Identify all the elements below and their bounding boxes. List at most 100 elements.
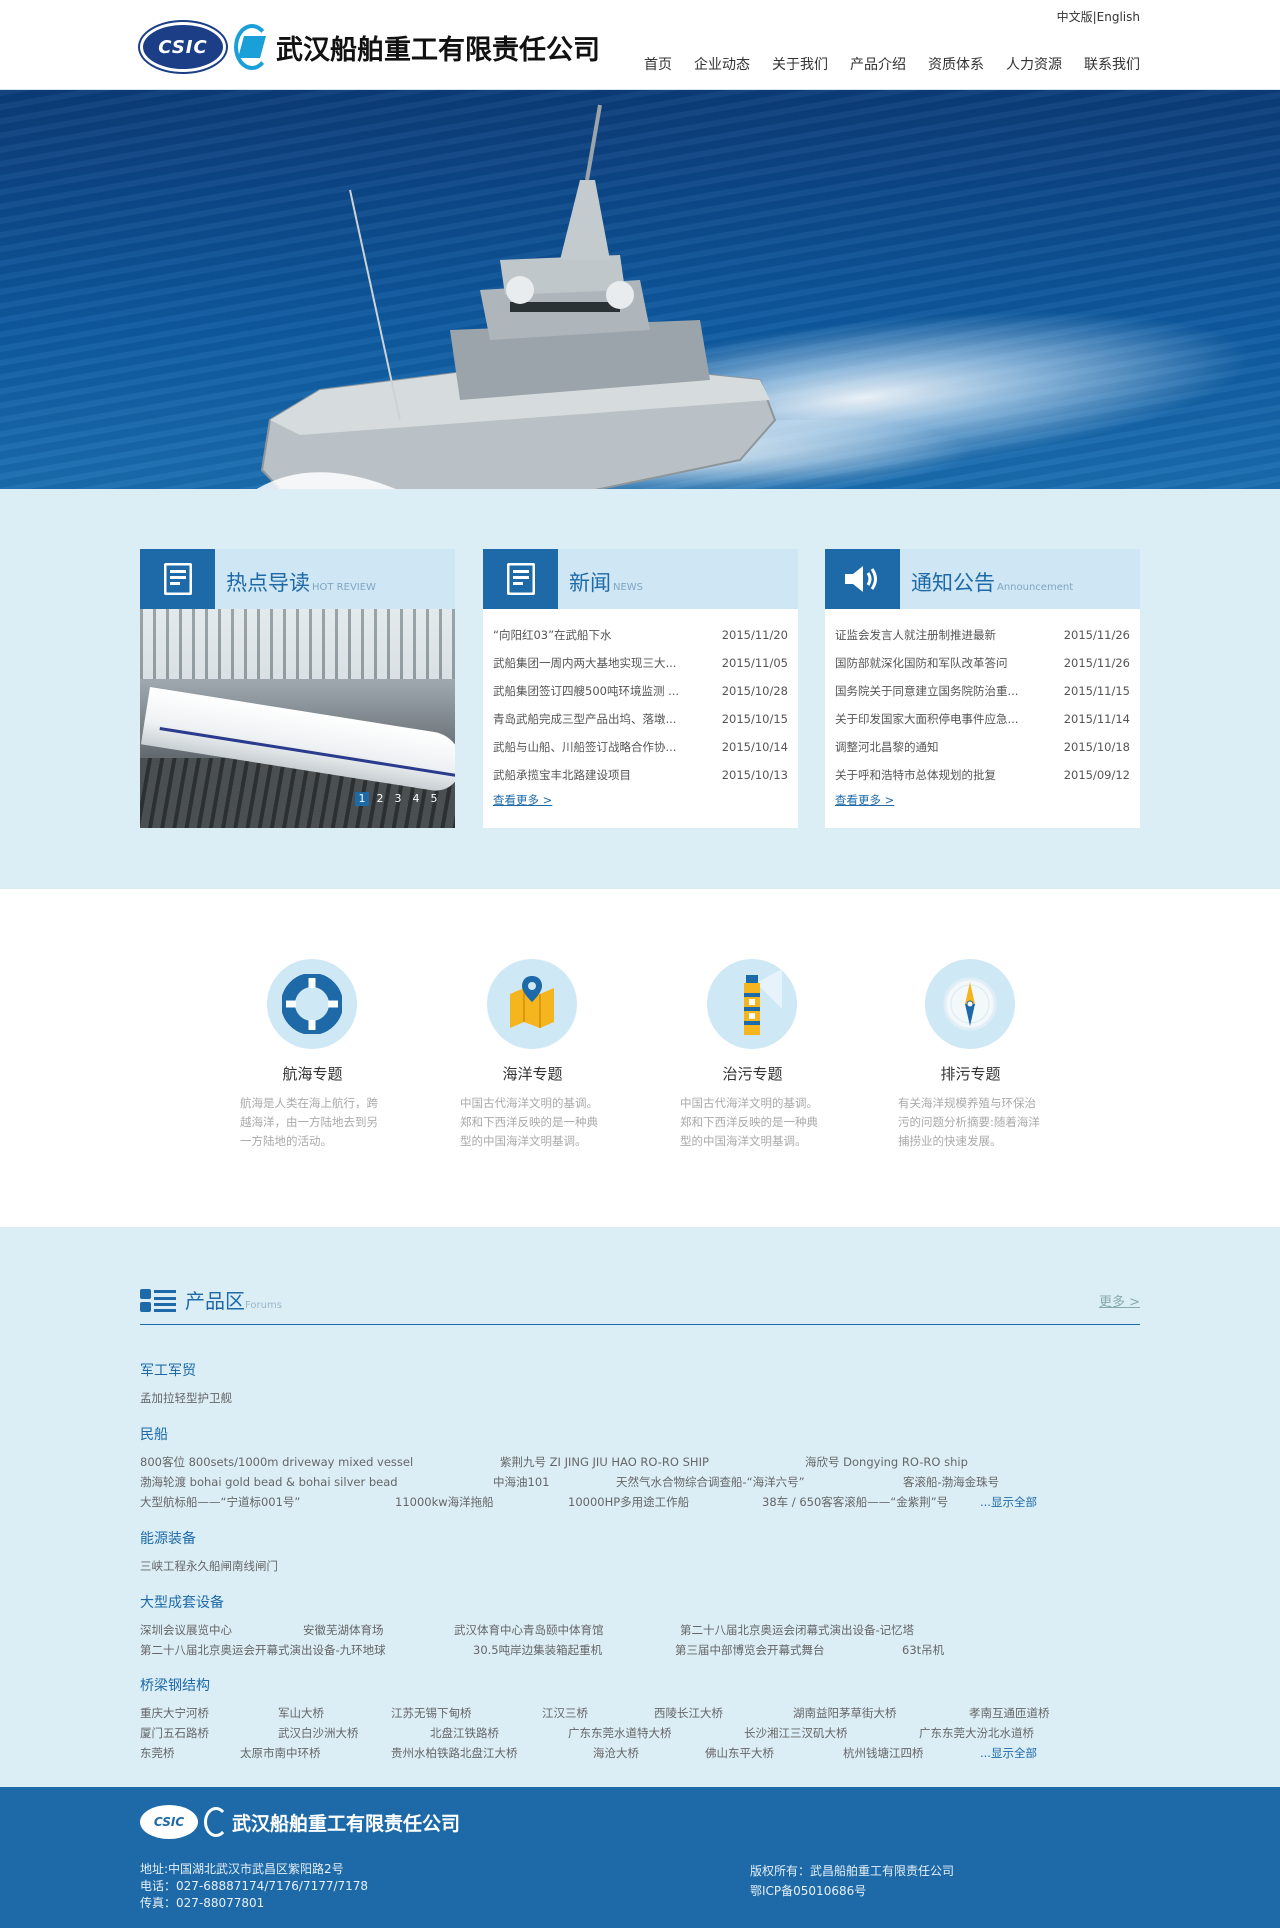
product-link[interactable]: 38车 / 650客客滚船——“金紫荆”号	[762, 1494, 948, 1510]
nav-contact[interactable]: 联系我们	[1084, 54, 1140, 74]
product-link[interactable]: 30.5吨岸边集装箱起重机	[473, 1642, 602, 1658]
product-link[interactable]: 孟加拉轻型护卫舰	[140, 1390, 232, 1406]
topic-navigation[interactable]: 航海专题 航海是人类在海上航行，跨越海洋，由一方陆地去到另一方陆地的活动。	[240, 959, 400, 1151]
nav-products[interactable]: 产品介绍	[850, 54, 906, 74]
featured-train-photo[interactable]: 1 2 3 4 5	[140, 609, 455, 828]
topic-ocean[interactable]: 海洋专题 中国古代海洋文明的基调。郑和下西洋反映的是一种典型的中国海洋文明基调。	[460, 959, 620, 1151]
product-link[interactable]: 客滚船-渤海金珠号	[903, 1474, 999, 1490]
nav-home[interactable]: 首页	[644, 54, 672, 74]
product-link[interactable]: 中海油101	[493, 1474, 549, 1490]
product-link[interactable]: 重庆大宁河桥	[140, 1705, 209, 1721]
slide-pager: 1 2 3 4 5	[355, 792, 441, 806]
document-icon	[140, 549, 215, 609]
footer-copyright: 版权所有：武昌船舶重工有限责任公司	[750, 1864, 955, 1878]
news-list: “向阳红03”在武船下水 2015/11/20 武船集团一周内两大基地实现三大..…	[483, 609, 798, 789]
product-link[interactable]: 武汉白沙洲大桥	[278, 1725, 359, 1741]
product-link[interactable]: 长沙湘江三汊矶大桥	[744, 1725, 848, 1741]
list-item[interactable]: 武船承揽宝丰北路建设项目 2015/10/13	[493, 761, 788, 789]
topic-desc: 航海是人类在海上航行，跨越海洋，由一方陆地去到另一方陆地的活动。	[240, 1096, 378, 1148]
language-switch[interactable]: 中文版|English	[1057, 8, 1140, 25]
product-link[interactable]: 800客位 800sets/1000m driveway mixed vesse…	[140, 1454, 413, 1470]
list-item[interactable]: 武船集团签订四艘500吨环境监测 ... 2015/10/28	[493, 677, 788, 705]
product-link[interactable]: 天然气水合物综合调查船-“海洋六号”	[616, 1474, 805, 1490]
product-link[interactable]: 北盘江铁路桥	[430, 1725, 499, 1741]
csic-logo: CSIC	[140, 22, 226, 72]
product-link[interactable]: 杭州钱塘江四桥	[843, 1745, 924, 1761]
nav-hr[interactable]: 人力资源	[1006, 54, 1062, 74]
category-title[interactable]: 能源装备	[140, 1528, 1140, 1548]
compass-icon	[925, 959, 1015, 1049]
slide-page-3[interactable]: 3	[391, 792, 405, 806]
news-more-link[interactable]: 查看更多 >	[493, 792, 552, 808]
list-item[interactable]: 国务院关于同意建立国务院防治重... 2015/11/15	[835, 677, 1130, 705]
list-item[interactable]: 青岛武船完成三型产品出坞、落墩... 2015/10/15	[493, 705, 788, 733]
show-all-link[interactable]: ...显示全部	[980, 1494, 1037, 1510]
list-item[interactable]: 关于印发国家大面积停电事件应急... 2015/11/14	[835, 705, 1130, 733]
notice-panel: 通知公告 Announcement 证监会发言人就注册制推进最新 2015/11/2…	[825, 549, 1140, 828]
product-link[interactable]: 西陵长江大桥	[654, 1705, 723, 1721]
product-link[interactable]: 三峡工程永久船闸南线闸门	[140, 1558, 278, 1574]
product-link[interactable]: 紫荆九号 ZI JING JIU HAO RO-RO SHIP	[500, 1454, 709, 1470]
products-more-link[interactable]: 更多 >	[1099, 1291, 1140, 1310]
category-title[interactable]: 桥梁钢结构	[140, 1675, 1140, 1695]
slide-page-5[interactable]: 5	[427, 792, 441, 806]
nav-about[interactable]: 关于我们	[772, 54, 828, 74]
product-link[interactable]: 海沧大桥	[593, 1745, 639, 1761]
list-item[interactable]: 武船集团一周内两大基地实现三大... 2015/11/05	[493, 649, 788, 677]
slide-page-1[interactable]: 1	[355, 792, 369, 806]
footer-icp[interactable]: 鄂ICP备05010686号	[750, 1881, 954, 1901]
list-item[interactable]: 国防部就深化国防和军队改革答问 2015/11/26	[835, 649, 1130, 677]
list-item[interactable]: 关于呼和浩特市总体规划的批复 2015/09/12	[835, 761, 1130, 789]
lighthouse-icon	[707, 959, 797, 1049]
footer-fax: 传真：027-88077801	[140, 1896, 265, 1910]
product-link[interactable]: 孝南互通匝道桥	[969, 1705, 1050, 1721]
topic-desc: 有关海洋规模养殖与环保治污的问题分析摘要:随着海洋捕捞业的快速发展。	[898, 1096, 1040, 1148]
product-link[interactable]: 江苏无锡下甸桥	[391, 1705, 472, 1721]
company-logo[interactable]: CSIC 武汉船舶重工有限责任公司	[140, 20, 600, 74]
slide-page-2[interactable]: 2	[373, 792, 387, 806]
product-link[interactable]: 第二十八届北京奥运会闭幕式演出设备-记忆塔	[680, 1622, 914, 1638]
product-link[interactable]: 厦门五石路桥	[140, 1725, 209, 1741]
product-link[interactable]: 海欣号 Dongying RO-RO ship	[805, 1454, 968, 1470]
product-link[interactable]: 大型航标船——“宁道标001号”	[140, 1494, 300, 1510]
product-link[interactable]: 军山大桥	[278, 1705, 324, 1721]
product-link[interactable]: 广东东莞大汾北水道桥	[919, 1725, 1034, 1741]
product-link[interactable]: 安徽芜湖体育场	[303, 1622, 384, 1638]
product-link[interactable]: 武汉体育中心青岛颐中体育馆	[454, 1622, 604, 1638]
product-link[interactable]: 第三届中部博览会开幕式舞台	[675, 1642, 825, 1658]
products-title: 产品区Forums	[185, 1289, 282, 1313]
category-title[interactable]: 军工军贸	[140, 1360, 1140, 1380]
show-all-link[interactable]: ...显示全部	[980, 1745, 1037, 1761]
slide-page-4[interactable]: 4	[409, 792, 423, 806]
list-item[interactable]: 武船与山船、川船签订战略合作协... 2015/10/14	[493, 733, 788, 761]
product-link[interactable]: 11000kw海洋拖船	[395, 1494, 494, 1510]
topic-sewage[interactable]: 排污专题 有关海洋规模养殖与环保治污的问题分析摘要:随着海洋捕捞业的快速发展。	[898, 959, 1058, 1151]
product-link[interactable]: 深圳会议展览中心	[140, 1622, 232, 1638]
product-link[interactable]: 佛山东平大桥	[705, 1745, 774, 1761]
product-link[interactable]: 63t吊机	[902, 1642, 944, 1658]
product-link[interactable]: 太原市南中环桥	[240, 1745, 321, 1761]
ship-illustration	[256, 104, 777, 489]
topic-pollution-control[interactable]: 治污专题 中国古代海洋文明的基调。郑和下西洋反映的是一种典型的中国海洋文明基调。	[680, 959, 840, 1151]
nav-qualification[interactable]: 资质体系	[928, 54, 984, 74]
list-item[interactable]: “向阳红03”在武船下水 2015/11/20	[493, 621, 788, 649]
product-link[interactable]: 第二十八届北京奥运会开幕式演出设备-九环地球	[140, 1642, 386, 1658]
product-link[interactable]: 东莞桥	[140, 1745, 175, 1761]
category-title[interactable]: 民船	[140, 1424, 1140, 1444]
newspaper-icon	[483, 549, 558, 609]
product-link[interactable]: 江汉三桥	[542, 1705, 588, 1721]
product-link[interactable]: 广东东莞水道特大桥	[568, 1725, 672, 1741]
topics-section: 航海专题 航海是人类在海上航行，跨越海洋，由一方陆地去到另一方陆地的活动。 海洋…	[0, 889, 1280, 1227]
product-link[interactable]: 10000HP多用途工作船	[568, 1494, 689, 1510]
product-link[interactable]: 贵州水柏铁路北盘江大桥	[391, 1745, 518, 1761]
notice-more-link[interactable]: 查看更多 >	[835, 792, 894, 808]
footer-logo[interactable]: CSIC 武汉船舶重工有限责任公司	[140, 1805, 460, 1839]
list-icon	[140, 1289, 176, 1316]
category-title[interactable]: 大型成套设备	[140, 1592, 1140, 1612]
product-link[interactable]: 渤海轮渡 bohai gold bead & bohai silver bead	[140, 1474, 398, 1490]
nav-company-news[interactable]: 企业动态	[694, 54, 750, 74]
list-item[interactable]: 调整河北昌黎的通知 2015/10/18	[835, 733, 1130, 761]
product-link[interactable]: 湖南益阳茅草街大桥	[793, 1705, 897, 1721]
list-item[interactable]: 证监会发言人就注册制推进最新 2015/11/26	[835, 621, 1130, 649]
lifebuoy-icon	[267, 959, 357, 1049]
